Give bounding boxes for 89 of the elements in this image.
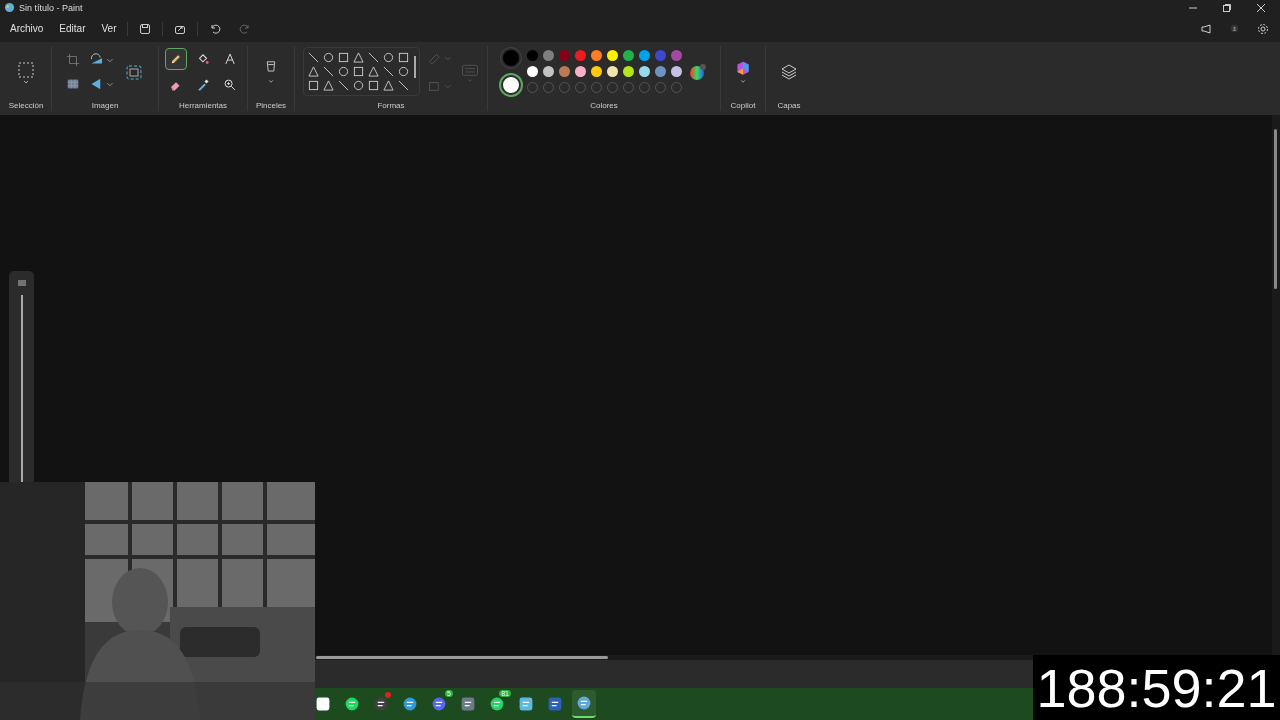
- shape-icon[interactable]: [367, 80, 379, 91]
- color-swatch[interactable]: [590, 66, 602, 77]
- shape-icon[interactable]: [352, 52, 364, 63]
- app-icon: [402, 696, 418, 712]
- shape-icon[interactable]: [322, 52, 334, 63]
- group-label: Pinceles: [255, 101, 287, 112]
- app-icon: [344, 696, 360, 712]
- color-swatch[interactable]: [622, 50, 634, 61]
- restore-icon[interactable]: [1222, 2, 1232, 13]
- scrollbar-thumb[interactable]: [316, 656, 608, 659]
- secondary-color[interactable]: [500, 75, 521, 95]
- shape-icon[interactable]: [307, 66, 319, 77]
- color-swatch[interactable]: [606, 50, 618, 61]
- color-swatch[interactable]: [638, 50, 650, 61]
- group-label: Capas: [777, 101, 801, 112]
- shape-icon[interactable]: [322, 66, 334, 77]
- fill-bucket-icon: [196, 51, 210, 66]
- settings-icon[interactable]: [1257, 22, 1269, 35]
- megaphone-icon[interactable]: [1200, 22, 1212, 35]
- color-swatch[interactable]: [526, 50, 538, 61]
- close-icon[interactable]: [1256, 2, 1266, 13]
- menu-item[interactable]: Editar: [53, 19, 92, 38]
- group-label: Selección: [8, 101, 44, 112]
- primary-color[interactable]: [500, 48, 521, 68]
- app-icon: [431, 696, 447, 712]
- rotate-icon[interactable]: [88, 52, 116, 67]
- taskbar-app[interactable]: [572, 690, 596, 718]
- menu-item[interactable]: Ver: [95, 19, 123, 38]
- shape-icon[interactable]: [337, 66, 349, 77]
- color-swatch[interactable]: [590, 50, 602, 61]
- shapes-gallery[interactable]: [302, 47, 420, 96]
- color-wheel-icon[interactable]: [687, 61, 708, 82]
- magnifier-icon: [223, 77, 237, 92]
- window-title: Sin título - Paint: [19, 2, 83, 13]
- color-swatch[interactable]: [558, 50, 570, 61]
- profile-icon[interactable]: [1230, 24, 1239, 33]
- shape-icon[interactable]: [367, 52, 379, 63]
- color-swatch[interactable]: [542, 66, 554, 77]
- shape-icon[interactable]: [307, 80, 319, 91]
- undo-icon[interactable]: [208, 22, 221, 35]
- shape-icon[interactable]: [397, 66, 409, 77]
- color-swatch[interactable]: [558, 66, 570, 77]
- app-icon: [4, 2, 15, 13]
- color-swatch[interactable]: [638, 66, 650, 77]
- color-swatch[interactable]: [622, 66, 634, 77]
- color-swatch[interactable]: [606, 66, 618, 77]
- app-icon: [373, 696, 389, 712]
- app-icon: [518, 696, 534, 712]
- crop-icon[interactable]: [66, 52, 80, 67]
- shape-icon[interactable]: [352, 66, 364, 77]
- app-icon: [576, 695, 592, 711]
- text-icon: [223, 51, 237, 66]
- tool-button[interactable]: [165, 47, 187, 70]
- app-icon: [547, 696, 563, 712]
- shape-icon[interactable]: [382, 80, 394, 91]
- color-swatch[interactable]: [654, 66, 666, 77]
- group-label: Imagen: [91, 101, 119, 112]
- app-icon: [315, 696, 331, 712]
- shape-icon[interactable]: [322, 80, 334, 91]
- color-swatch[interactable]: [574, 66, 586, 77]
- app-icon: [460, 696, 476, 712]
- color-swatch[interactable]: [574, 50, 586, 61]
- timer: 188:59:21: [1033, 655, 1280, 720]
- group-label: Copilot: [730, 101, 756, 112]
- zoom-slider[interactable]: [9, 271, 34, 482]
- save-icon[interactable]: [138, 22, 151, 35]
- group-label: Herramientas: [179, 101, 227, 112]
- app-icon: [489, 696, 505, 712]
- menu-item[interactable]: Archivo: [4, 19, 50, 38]
- color-swatch[interactable]: [670, 50, 682, 61]
- shape-icon[interactable]: [307, 52, 319, 63]
- pencil-icon: [169, 51, 183, 66]
- color-swatch[interactable]: [670, 66, 682, 77]
- vertical-scrollbar[interactable]: [1272, 115, 1280, 655]
- group-label: Colores: [590, 101, 618, 112]
- shape-icon[interactable]: [337, 80, 349, 91]
- color-swatch[interactable]: [654, 50, 666, 61]
- shape-icon[interactable]: [397, 80, 409, 91]
- shape-icon[interactable]: [337, 52, 349, 63]
- eyedropper-icon: [196, 77, 210, 92]
- color-swatch[interactable]: [542, 50, 554, 61]
- zoom-icon: [16, 279, 27, 287]
- shape-icon[interactable]: [367, 66, 379, 77]
- group-label: Formas: [377, 101, 405, 112]
- shape-icon[interactable]: [352, 80, 364, 91]
- shape-icon[interactable]: [382, 66, 394, 77]
- shape-icon[interactable]: [397, 52, 409, 63]
- color-swatch[interactable]: [526, 66, 538, 77]
- shape-icon[interactable]: [382, 52, 394, 63]
